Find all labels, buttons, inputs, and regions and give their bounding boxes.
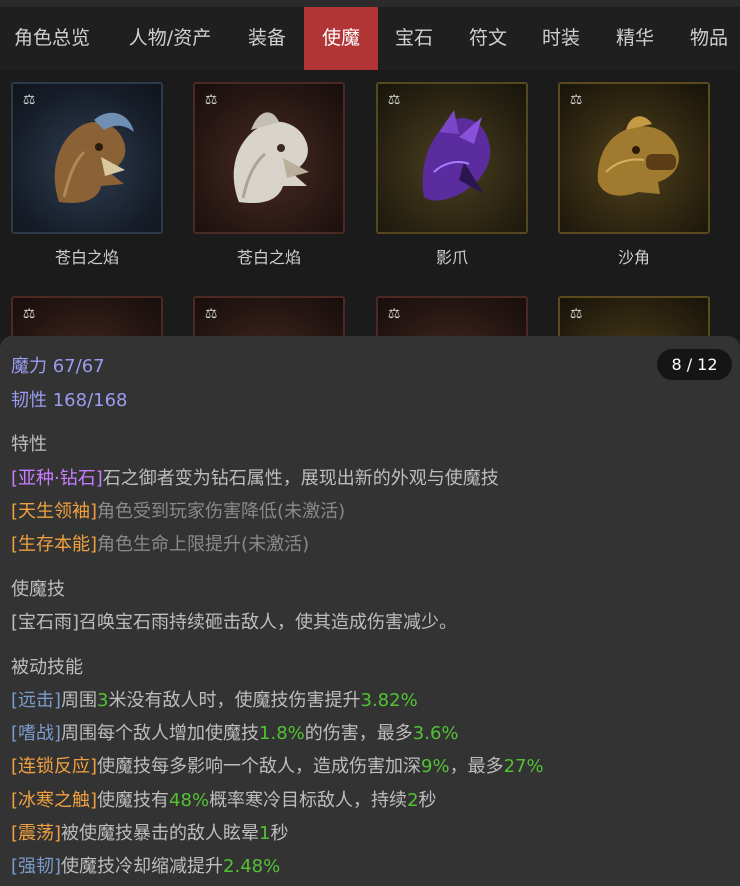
trait-line: [天生领袖]角色受到玩家伤害降低(未激活)	[11, 497, 345, 523]
tab-bar: 角色总览 人物/资产 装备 使魔 宝石 符文 时装 精华 物品	[0, 7, 740, 70]
passive-skills-heading: 被动技能	[11, 657, 83, 678]
familiar-name: 苍白之焰	[54, 248, 119, 267]
passive-skill-line: [震荡]被使魔技暴击的敌人眩晕1秒	[11, 819, 289, 845]
griffin-white-icon	[233, 112, 309, 204]
passive-tag: [强韧]	[11, 856, 62, 877]
passive-text: 概率寒冷目标敌人，持续	[209, 790, 408, 811]
passive-number: 3.82%	[360, 690, 418, 711]
passive-text: ，最多	[449, 756, 504, 777]
passive-number: 1	[259, 823, 271, 844]
passive-text: 被使魔技暴击的敌人眩晕	[61, 823, 260, 844]
familiar-name: 沙角	[617, 248, 650, 267]
scale-icon: ⚖	[569, 92, 583, 108]
passive-tag: [冰寒之触]	[11, 790, 98, 811]
passive-skill-line: [强韧]使魔技冷却缩减提升2.48%	[11, 852, 280, 878]
trait-text: 角色受到玩家伤害降低(未激活)	[97, 501, 346, 522]
familiar-name: 影爪	[435, 248, 468, 267]
toughness-value: 168/168	[52, 390, 128, 411]
passive-skill-line: [冰寒之触]使魔技有48%概率寒冷目标敌人，持续2秒	[11, 786, 437, 812]
page-indicator: 8 / 12	[657, 349, 732, 380]
trait-tag: [亚种·钻石]	[11, 468, 103, 489]
top-strip	[0, 0, 740, 7]
passive-number: 3	[97, 690, 109, 711]
toughness-label: 韧性	[11, 390, 47, 411]
familiar-frame: ⚖	[193, 82, 345, 234]
passive-tag: [远击]	[11, 690, 62, 711]
passive-text: 米没有敌人时，使魔技伤害提升	[108, 690, 361, 711]
passive-number: 2	[407, 790, 419, 811]
passive-number: 48%	[169, 790, 210, 811]
scale-icon: ⚖	[204, 92, 218, 108]
tab-runes[interactable]: 符文	[456, 7, 520, 70]
trait-tag: [生存本能]	[11, 534, 98, 555]
passive-text: 秒	[270, 823, 289, 844]
passive-text: 秒	[418, 790, 437, 811]
familiar-skill-heading: 使魔技	[11, 579, 65, 600]
tab-equipment[interactable]: 装备	[234, 7, 300, 70]
passive-skill-line: [远击]周围3米没有敌人时，使魔技伤害提升3.82%	[11, 686, 418, 712]
passive-skill-line: [嗜战]周围每个敌人增加使魔技1.8%的伤害，最多3.6%	[11, 719, 459, 745]
tab-essence[interactable]: 精华	[603, 7, 667, 70]
scale-icon: ⚖	[387, 92, 401, 108]
familiar-frame: ⚖	[11, 82, 163, 234]
shadow-claw-icon	[422, 110, 491, 201]
mana-value: 67/67	[52, 356, 105, 377]
passive-text: 周围每个敌人增加使魔技	[61, 723, 260, 744]
mana-stat: 魔力 67/67	[11, 352, 105, 378]
scale-icon: ⚖	[387, 306, 401, 322]
passive-text: 使魔技每多影响一个敌人，造成伤害加深	[97, 756, 422, 777]
sand-horn-icon	[597, 116, 679, 196]
tab-character-assets[interactable]: 人物/资产	[112, 7, 228, 70]
tab-fashion[interactable]: 时装	[529, 7, 593, 70]
passive-number: 3.6%	[412, 723, 459, 744]
scale-icon: ⚖	[22, 92, 36, 108]
passive-tag: [连锁反应]	[11, 756, 98, 777]
passive-tag: [嗜战]	[11, 723, 62, 744]
trait-line: [生存本能]角色生命上限提升(未激活)	[11, 530, 309, 556]
traits-heading: 特性	[11, 434, 47, 455]
passive-skill-line: [连锁反应]使魔技每多影响一个敌人，造成伤害加深9%，最多27%	[11, 752, 544, 778]
scale-icon: ⚖	[22, 306, 36, 322]
trait-text: 石之御者变为钻石属性，展现出新的外观与使魔技	[102, 468, 499, 489]
passive-text: 使魔技冷却缩减提升	[61, 856, 224, 877]
trait-tag: [天生领袖]	[11, 501, 98, 522]
familiar-name: 苍白之焰	[236, 248, 301, 267]
passive-text: 使魔技有	[97, 790, 170, 811]
passive-text: 的伤害，最多	[304, 723, 413, 744]
passive-number: 1.8%	[259, 723, 305, 744]
passive-number: 27%	[503, 756, 544, 777]
tab-gems[interactable]: 宝石	[382, 7, 446, 70]
scale-icon: ⚖	[569, 306, 583, 322]
trait-text: 角色生命上限提升(未激活)	[97, 534, 310, 555]
toughness-stat: 韧性 168/168	[11, 386, 128, 412]
passive-tag: [震荡]	[11, 823, 62, 844]
passive-text: 周围	[61, 690, 98, 711]
scale-icon: ⚖	[204, 306, 218, 322]
mana-label: 魔力	[11, 356, 47, 377]
tab-overview[interactable]: 角色总览	[0, 7, 104, 70]
passive-number: 9%	[421, 756, 450, 777]
tab-familiar[interactable]: 使魔	[304, 7, 378, 70]
familiar-frame: ⚖	[376, 82, 528, 234]
tab-items[interactable]: 物品	[677, 7, 740, 70]
familiar-skill-text: [宝石雨]召唤宝石雨持续砸击敌人，使其造成伤害减少。	[11, 612, 458, 633]
familiar-frame: ⚖	[558, 82, 710, 234]
griffin-brown-icon	[54, 112, 134, 203]
trait-line: [亚种·钻石]石之御者变为钻石属性，展现出新的外观与使魔技	[11, 464, 499, 490]
passive-number: 2.48%	[223, 856, 281, 877]
